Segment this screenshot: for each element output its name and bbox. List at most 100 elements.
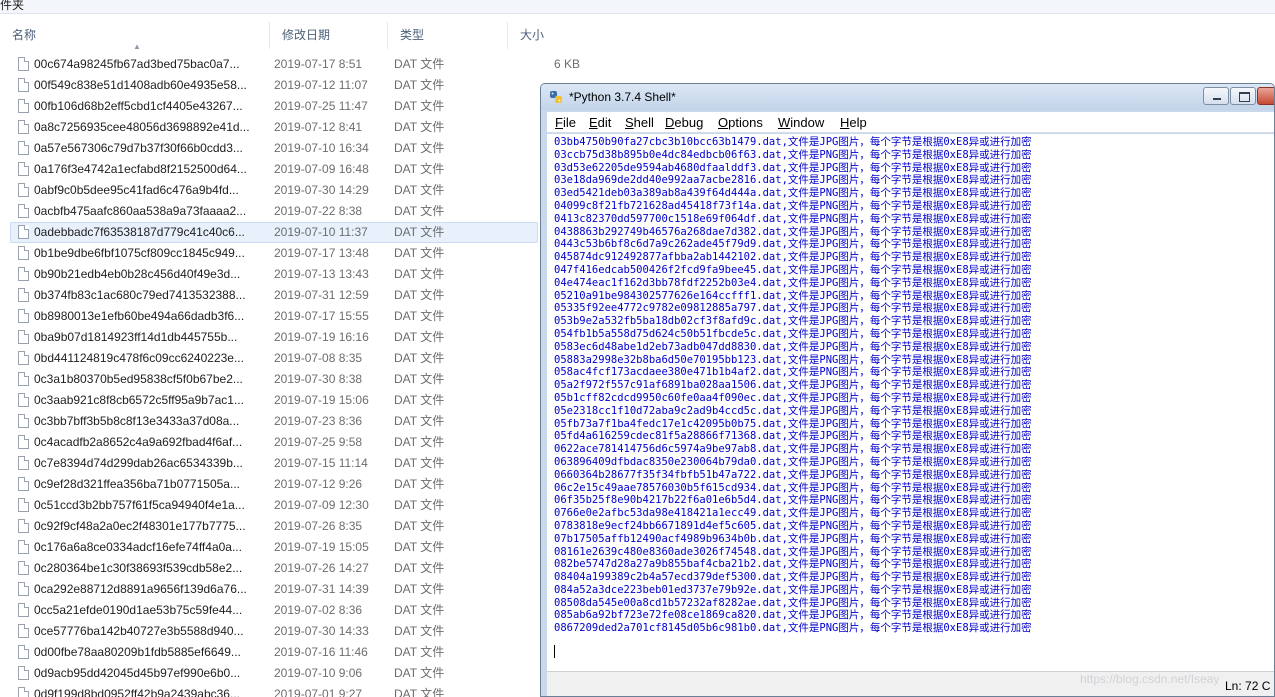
menu-options[interactable]: Options [718, 115, 763, 130]
text-cursor [554, 645, 555, 658]
menu-debug[interactable]: Debug [665, 115, 703, 130]
menu-bar: File Edit Shell Debug Options Window Hel… [547, 112, 1274, 133]
output-line: 08404a199389c2b4a57ecd379def5300.dat,文件是… [554, 571, 1032, 584]
file-name: 0c7e8394d74d299dab26ac6534339b... [34, 456, 243, 470]
file-date: 2019-07-17 15:55 [274, 309, 369, 323]
file-name: 0b374fb83c1ac680c79ed7413532388... [34, 288, 246, 302]
file-type: DAT 文件 [394, 582, 445, 596]
file-row[interactable]: 00c674a98245fb67ad3bed75bac0a7... 2019-07… [0, 54, 1275, 75]
output-line: 05210a91be984302577626e164ccfff1.dat,文件是… [554, 289, 1032, 302]
column-date[interactable]: 修改日期 [270, 22, 388, 49]
file-type: DAT 文件 [394, 225, 445, 239]
file-icon [18, 330, 29, 344]
file-name: 0c280364be1c30f38693f539cdb58e2... [34, 561, 243, 575]
breadcrumb[interactable]: 件夹 [0, 0, 24, 12]
file-date: 2019-07-30 8:38 [274, 372, 363, 386]
file-icon [18, 183, 29, 197]
output-line: 05e2318cc1f10d72aba9c2ad9b4ccd5c.dat,文件是… [554, 404, 1032, 417]
output-line: 0443c53b6bf8c6d7a9c262ade45f79d9.dat,文件是… [554, 238, 1032, 251]
file-name: 00fb106d68b2eff5cbd1cf4405e43267... [34, 99, 243, 113]
file-name: 0ba9b07d1814923ff14d1db445755b... [34, 330, 238, 344]
file-icon [18, 582, 29, 596]
menu-edit[interactable]: Edit [589, 115, 611, 130]
file-icon [18, 120, 29, 134]
file-type: DAT 文件 [394, 309, 445, 323]
file-icon [18, 99, 29, 113]
file-type: DAT 文件 [394, 477, 445, 491]
output-line: 0583ec6d48abe1d2eb73adb047dd8830.dat,文件是… [554, 340, 1032, 353]
column-header: ▲ 名称 修改日期 类型 大小 [0, 22, 1275, 51]
output-line: 047f416edcab500426f2fcd9fa9bee45.dat,文件是… [554, 263, 1032, 276]
column-type[interactable]: 类型 [388, 22, 508, 49]
menu-shell[interactable]: Shell [625, 115, 654, 130]
menu-help[interactable]: Help [840, 115, 867, 130]
file-name: 0cc5a21efde0190d1ae53b75c59fe44... [34, 603, 243, 617]
file-date: 2019-07-26 14:27 [274, 561, 369, 575]
file-icon [18, 57, 29, 71]
file-date: 2019-07-30 14:29 [274, 183, 369, 197]
output-line: 0867209ded2a701cf8145d05b6c981b0.dat,文件是… [554, 622, 1032, 635]
file-type: DAT 文件 [394, 120, 445, 134]
python-logo-icon [550, 91, 562, 103]
close-button[interactable] [1257, 87, 1274, 105]
file-type: DAT 文件 [394, 267, 445, 281]
file-icon [18, 246, 29, 260]
file-name: 0d9acb95dd42045d45b97ef990e6b0... [34, 666, 241, 680]
output-line: 0766e0e2afbc53da98e418421a1ecc49.dat,文件是… [554, 507, 1032, 520]
output-line: 06f35b25f8e90b4217b22f6a01e6b5d4.dat,文件是… [554, 494, 1032, 507]
file-date: 2019-07-13 13:43 [274, 267, 369, 281]
file-type: DAT 文件 [394, 645, 445, 659]
file-icon [18, 141, 29, 155]
file-date: 2019-07-12 8:41 [274, 120, 363, 134]
file-icon [18, 372, 29, 386]
output-line: 08508da545e00a8cd1b57232af8282ae.dat,文件是… [554, 596, 1032, 609]
file-date: 2019-07-02 8:36 [274, 603, 363, 617]
column-size[interactable]: 大小 [508, 22, 588, 49]
output-line: 07b17505affb12490acf4989b9634b0b.dat,文件是… [554, 532, 1032, 545]
file-type: DAT 文件 [394, 603, 445, 617]
output-line: 0660364b28677f35f34fbfb51b47a722.dat,文件是… [554, 468, 1032, 481]
file-icon [18, 414, 29, 428]
file-date: 2019-07-09 16:48 [274, 162, 369, 176]
output-line: 03d53e62205de9594ab4680dfaalddf3.dat,文件是… [554, 161, 1032, 174]
maximize-button[interactable] [1230, 87, 1256, 105]
output-line: 05fb73a7f1ba4fedc17e1c42095b0b75.dat,文件是… [554, 417, 1032, 430]
file-date: 2019-07-01 9:27 [274, 687, 363, 697]
file-icon [18, 540, 29, 554]
menu-file[interactable]: File [555, 115, 576, 130]
file-type: DAT 文件 [394, 666, 445, 680]
shell-output-area[interactable]: 03bb4750b90fa27cbc3b10bcc63b1479.dat,文件是… [547, 134, 1274, 671]
minimize-button[interactable] [1203, 87, 1229, 105]
breadcrumb-bar: 件夹 [0, 0, 1275, 14]
file-icon [18, 162, 29, 176]
file-type: DAT 文件 [394, 162, 445, 176]
file-date: 2019-07-26 8:35 [274, 519, 363, 533]
title-bar[interactable]: *Python 3.7.4 Shell* [541, 84, 1274, 110]
output-line: 03ed5421deb03a389ab8a439f64d444a.dat,文件是… [554, 187, 1032, 200]
column-name[interactable]: 名称 [0, 22, 270, 49]
file-date: 2019-07-08 8:35 [274, 351, 363, 365]
file-type: DAT 文件 [394, 498, 445, 512]
file-icon [18, 309, 29, 323]
output-line: 03ccb75d38b895b0e4dc84edbcb06f63.dat,文件是… [554, 148, 1032, 161]
output-line: 063896409dfbdac8350e230064b79da0.dat,文件是… [554, 455, 1032, 468]
file-name: 0b90b21edb4eb0b28c456d40f49e3d... [34, 267, 241, 281]
output-line: 05a2f972f557c91af6891ba028aa1506.dat,文件是… [554, 379, 1032, 392]
file-name: 00f549c838e51d1408adb60e4935e58... [34, 78, 247, 92]
file-type: DAT 文件 [394, 393, 445, 407]
file-type: DAT 文件 [394, 57, 445, 71]
menu-window[interactable]: Window [778, 115, 824, 130]
file-name: 0b8980013e1efb60be494a66dadb3f6... [34, 309, 245, 323]
output-line: 05335f92ee4772c9782e09812885a797.dat,文件是… [554, 302, 1032, 315]
output-line: 05b1cff82cdcd9950c60fe0aa4f090ec.dat,文件是… [554, 391, 1032, 404]
file-name: 0c3a1b80370b5ed95838cf5f0b67be2... [34, 372, 243, 386]
shell-output: 03bb4750b90fa27cbc3b10bcc63b1479.dat,文件是… [554, 136, 1032, 635]
file-date: 2019-07-17 13:48 [274, 246, 369, 260]
cursor-position: Ln: 72 C [1225, 679, 1271, 693]
file-icon [18, 204, 29, 218]
file-date: 2019-07-25 11:47 [274, 99, 368, 113]
file-icon [18, 393, 29, 407]
file-date: 2019-07-19 15:06 [274, 393, 369, 407]
file-name: 0adebbadc7f63538187d779c41c40c6... [34, 225, 245, 239]
output-line: 0783818e9ecf24bb6671891d4ef5c605.dat,文件是… [554, 519, 1032, 532]
